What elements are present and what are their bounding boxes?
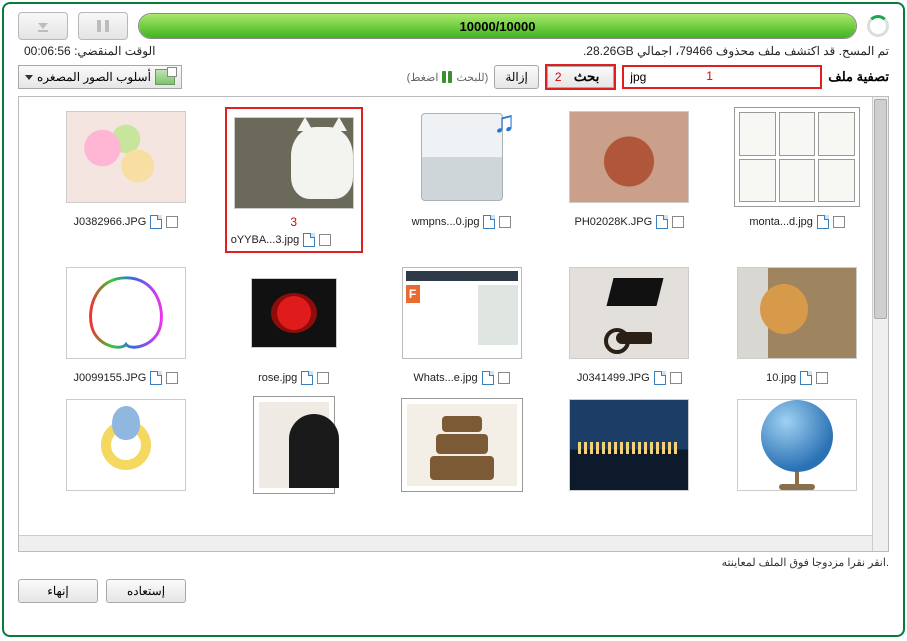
horizontal-scrollbar[interactable] [19,535,872,551]
file-icon [800,371,812,385]
filter-label: تصفية ملف [828,69,889,85]
thumbnail-image [66,399,186,491]
checkbox[interactable] [498,372,510,384]
file-icon [654,371,666,385]
stop-button[interactable] [18,12,68,40]
thumbnail-image [66,111,186,203]
thumbnail-image [234,117,354,209]
file-name: monta...d.jpg [749,216,813,228]
list-item[interactable] [720,395,874,495]
list-item[interactable] [217,395,371,495]
filter-input[interactable] [622,65,822,89]
remove-button[interactable]: إزالة [494,65,539,89]
list-item[interactable]: rose.jpg [217,263,371,385]
elapsed-value: 00:06:56 [24,44,71,58]
list-item[interactable]: F Whats...e.jpg [385,263,539,385]
app-window: 10000/10000 الوقت المنقضي: 00:06:56 تم ا… [2,2,905,637]
checkbox[interactable] [319,234,331,246]
file-icon [150,215,162,229]
thumbnail-image: ♫ [421,113,503,201]
file-name: J0382966.JPG [74,216,147,228]
music-note-icon: ♫ [493,106,516,140]
file-name: J0341499.JPG [577,372,650,384]
thumbnail-image [251,278,337,348]
progress-text: 10000/10000 [139,14,856,38]
thumbnail-image [254,397,334,493]
file-name: rose.jpg [258,372,297,384]
checkbox[interactable] [166,372,178,384]
checkbox[interactable] [670,372,682,384]
annotation-2: 2 [555,70,562,84]
thumbnail-image [737,399,857,491]
checkbox[interactable] [317,372,329,384]
thumbnail-image [569,267,689,359]
annotation-3: 3 [290,215,297,229]
list-item[interactable]: PH02028K.JPG [552,107,706,253]
list-item[interactable]: ♫ wmpns...0.jpg [385,107,539,253]
list-item[interactable]: J0099155.JPG [49,263,203,385]
recover-button[interactable]: إستعاده [106,579,186,603]
checkbox[interactable] [166,216,178,228]
file-icon [150,371,162,385]
progress-bar: 10000/10000 [138,13,857,39]
file-icon [817,215,829,229]
file-icon [303,233,315,247]
pause-button[interactable] [78,12,128,40]
list-item[interactable]: monta...d.jpg [720,107,874,253]
file-name: PH02028K.JPG [574,216,652,228]
item-highlight: 3 oYYBA...3.jpg [225,107,363,253]
annotation-1: 1 [706,69,713,83]
file-name: oYYBA...3.jpg [231,234,300,246]
list-item[interactable]: 3 oYYBA...3.jpg [217,107,371,253]
thumbnail-image [402,399,522,491]
thumbnail-image: F [402,267,522,359]
search-hint: (اضغط للبحث) [407,71,489,84]
file-icon [482,371,494,385]
file-name: Whats...e.jpg [413,372,477,384]
footer-buttons: إنهاء إستعاده [18,579,889,603]
list-item[interactable] [552,395,706,495]
elapsed-time: الوقت المنقضي: 00:06:56 [18,44,155,58]
file-name: wmpns...0.jpg [412,216,480,228]
thumbnail-grid: monta...d.jpg PH02028K.JPG ♫ wmpns...0.j… [19,97,888,505]
down-arrow-icon [34,17,52,35]
loading-spinner-icon [867,15,889,37]
pause-icon [96,19,110,33]
thumbnail-image [66,267,186,359]
file-icon [301,371,313,385]
file-icon [483,215,495,229]
file-name: J0099155.JPG [74,372,147,384]
thumbnail-image [569,111,689,203]
info-row: الوقت المنقضي: 00:06:56 تم المسح. قد اكت… [18,44,889,58]
top-bar: 10000/10000 [18,12,889,40]
elapsed-label: الوقت المنقضي: [74,44,155,58]
chevron-down-icon [25,75,33,80]
file-name: 10.jpg [766,372,796,384]
view-mode-dropdown[interactable]: أسلوب الصور المصغره [18,65,182,89]
list-item[interactable] [49,395,203,495]
thumbnail-image [734,107,860,207]
filter-row: أسلوب الصور المصغره (اضغط للبحث) إزالة 2… [18,64,889,90]
checkbox[interactable] [833,216,845,228]
vertical-scrollbar[interactable] [872,97,888,551]
checkbox[interactable] [816,372,828,384]
checkbox[interactable] [672,216,684,228]
thumbnail-image [569,399,689,491]
search-button-highlight: 2 بحث [545,64,616,90]
pipes-icon [442,71,452,83]
scan-summary: تم المسح. قد اكتشف ملف محذوف 79466، اجما… [583,44,889,58]
file-icon [656,215,668,229]
list-item[interactable]: J0341499.JPG [552,263,706,385]
finish-button[interactable]: إنهاء [18,579,98,603]
gallery-pane: monta...d.jpg PH02028K.JPG ♫ wmpns...0.j… [18,96,889,552]
list-item[interactable]: 10.jpg [720,263,874,385]
thumbnail-image [737,267,857,359]
preview-hint: انقر نقرا مزدوجا فوق الملف لمعاينته. [18,556,889,569]
scrollbar-thumb[interactable] [874,99,887,319]
list-item[interactable] [385,395,539,495]
thumbnail-icon [155,69,175,85]
list-item[interactable]: J0382966.JPG [49,107,203,253]
checkbox[interactable] [499,216,511,228]
view-mode-label: أسلوب الصور المصغره [37,70,151,84]
